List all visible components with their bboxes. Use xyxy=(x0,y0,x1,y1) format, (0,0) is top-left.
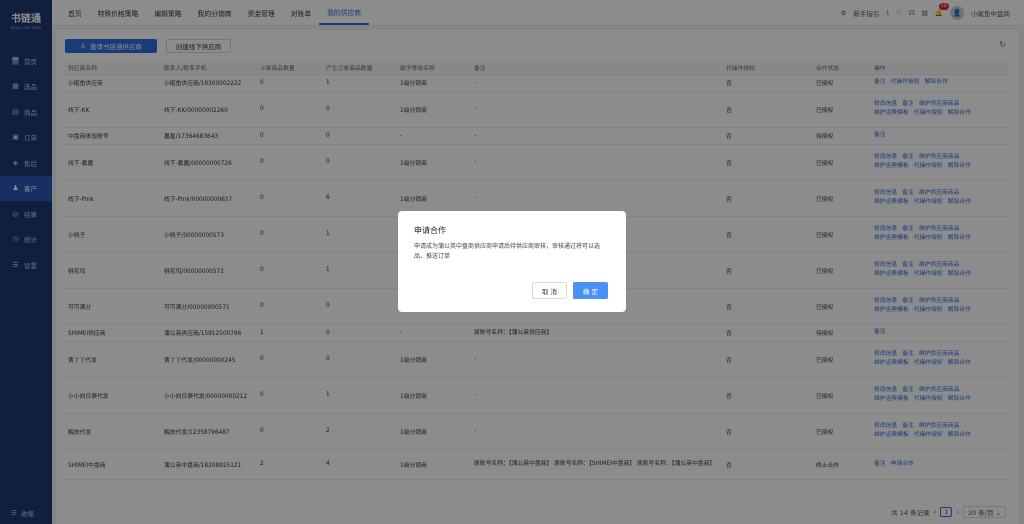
dialog-title: 申请合作 xyxy=(414,226,446,235)
dialog-message: 申请成为蒲公英中盘商供应商申请后待供应商审核，审核通过将可以选品、推送订单 xyxy=(414,243,601,260)
cancel-button[interactable]: 取 消 xyxy=(532,282,567,299)
confirm-button[interactable]: 确 定 xyxy=(573,282,608,299)
apply-cooperation-dialog: 申请合作 申请成为蒲公英中盘商供应商申请后待供应商审核，审核通过将可以选品、推送… xyxy=(398,211,626,312)
